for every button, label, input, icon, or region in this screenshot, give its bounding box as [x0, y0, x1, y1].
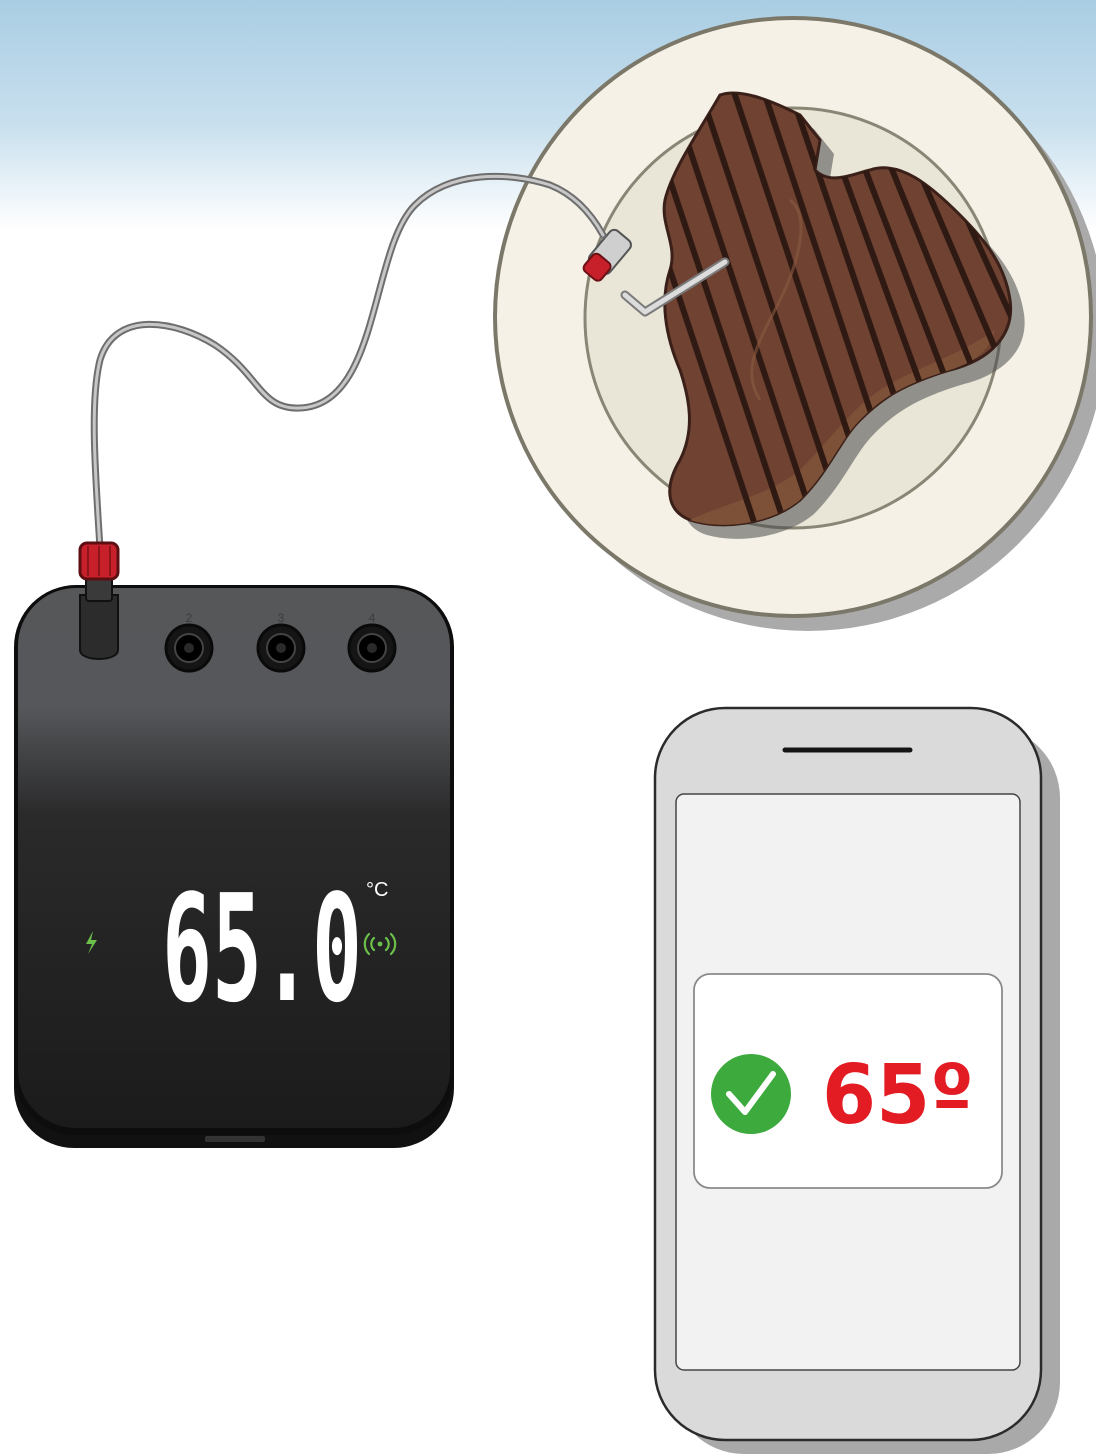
probe-port-4[interactable] [347, 623, 397, 673]
port-label-3: 3 [278, 611, 285, 625]
port-label-4: 4 [369, 611, 376, 625]
illustration: 2 3 4 65.0 °C 65º [14, 16, 1096, 1454]
lcd-temperature: 65.0 [162, 863, 362, 1035]
probe-port-2[interactable] [164, 623, 214, 673]
probe-plug [78, 541, 120, 660]
port-label-2: 2 [186, 611, 193, 625]
phone-temperature: 65º [822, 1048, 974, 1143]
smartphone: 65º [653, 706, 1060, 1454]
probe-port-3[interactable] [256, 623, 306, 673]
lcd-unit: °C [366, 879, 388, 901]
check-circle-icon [711, 1054, 791, 1134]
thermometer-device: 2 3 4 65.0 °C [14, 541, 454, 1148]
